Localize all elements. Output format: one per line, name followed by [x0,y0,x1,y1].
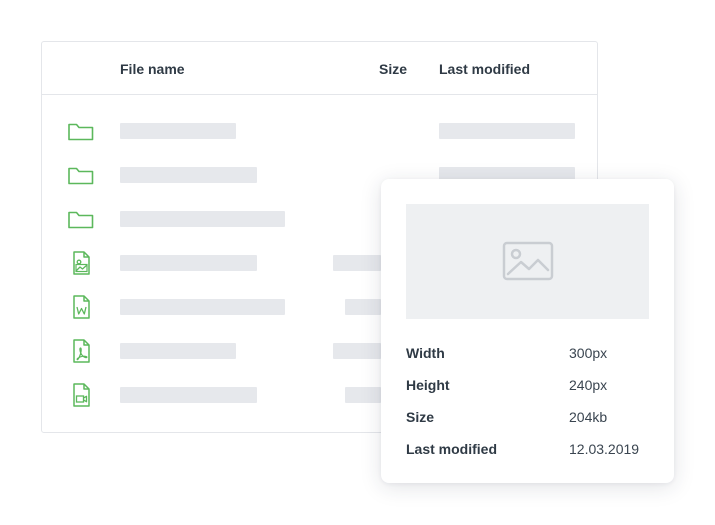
file-name-placeholder [120,211,285,227]
property-size: Size 204kb [406,409,649,429]
video-file-icon [66,383,96,407]
size-placeholder [345,387,381,403]
size-placeholder [333,343,381,359]
file-details-card: Width 300px Height 240px Size 204kb Last… [381,179,674,483]
property-label: Height [406,377,450,393]
table-row[interactable] [42,109,597,153]
column-header-last-modified[interactable]: Last modified [439,61,530,77]
column-header-size[interactable]: Size [379,61,407,77]
file-name-placeholder [120,123,236,139]
property-label: Width [406,345,445,361]
column-header-file-name[interactable]: File name [120,61,185,77]
file-name-placeholder [120,343,236,359]
file-name-placeholder [120,299,285,315]
file-name-placeholder [120,255,257,271]
property-value: 12.03.2019 [569,441,640,457]
property-value: 240px [569,377,608,393]
file-browser: File name Size Last modified Width 300px… [0,0,715,525]
size-placeholder [345,299,381,315]
property-width: Width 300px [406,345,649,365]
property-value: 204kb [569,409,608,425]
file-name-placeholder [120,387,257,403]
pdf-file-icon [66,339,96,363]
table-header: File name Size Last modified [42,42,597,95]
property-value: 300px [569,345,608,361]
property-last-modified: Last modified 12.03.2019 [406,441,649,461]
image-file-icon [66,251,96,275]
size-placeholder [333,255,381,271]
word-file-icon [66,295,96,319]
file-name-placeholder [120,167,257,183]
property-label: Last modified [406,441,498,457]
property-height: Height 240px [406,377,649,397]
image-preview [406,204,649,319]
property-label: Size [406,409,435,425]
folder-icon [66,207,96,231]
folder-icon [66,119,96,143]
image-icon [502,241,554,281]
folder-icon [66,163,96,187]
last-modified-placeholder [439,123,575,139]
